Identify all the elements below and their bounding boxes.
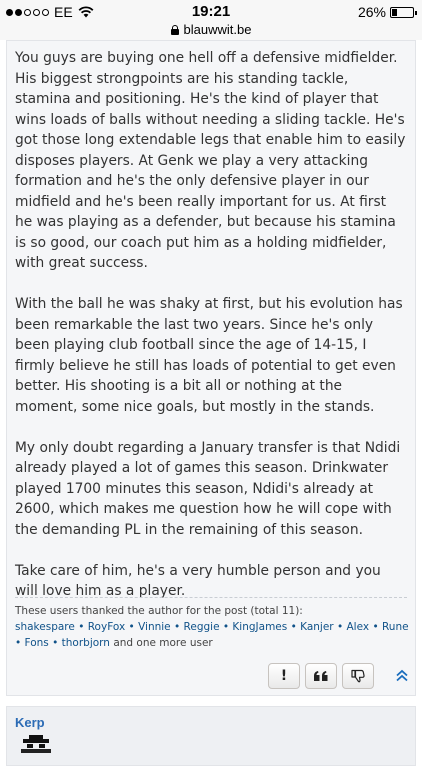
report-icon: ! bbox=[280, 668, 288, 684]
post-paragraph: Take care of him, he's a very humble per… bbox=[15, 562, 381, 600]
thanks-more: and one more user bbox=[113, 637, 213, 649]
thanks-list: These users thanked the author for the p… bbox=[15, 603, 410, 651]
address-bar[interactable]: blauwwit.be bbox=[0, 22, 422, 37]
thanks-users: shakespare • RoyFox • Vinnie • Reggie • … bbox=[15, 621, 409, 649]
battery-icon bbox=[390, 6, 417, 18]
post-author-link[interactable]: Kerp bbox=[15, 715, 45, 730]
post-actions: ! bbox=[268, 662, 374, 690]
thanks-user-link[interactable]: Vinnie bbox=[138, 621, 171, 633]
battery-status: 26% bbox=[357, 4, 417, 20]
post-paragraph: You guys are buying one hell off a defen… bbox=[15, 50, 406, 271]
thanks-heading: These users thanked the author for the p… bbox=[15, 605, 303, 617]
url-text: blauwwit.be bbox=[183, 22, 252, 37]
thanks-user-link[interactable]: RoyFox bbox=[88, 621, 125, 633]
thanks-user-link[interactable]: Rune bbox=[382, 621, 409, 633]
thanks-user-link[interactable]: Fons bbox=[25, 637, 49, 649]
forum-post: You guys are buying one hell off a defen… bbox=[6, 40, 416, 696]
dislike-button[interactable] bbox=[342, 663, 374, 689]
post-content: You guys are buying one hell off a defen… bbox=[15, 48, 407, 622]
post-divider bbox=[15, 597, 407, 598]
thumbs-down-icon bbox=[351, 669, 365, 683]
status-bar: EE 19:21 26% blauwwit.be bbox=[0, 0, 422, 40]
lock-icon bbox=[170, 25, 179, 35]
report-button[interactable]: ! bbox=[268, 663, 300, 689]
thanks-user-link[interactable]: shakespare bbox=[15, 621, 75, 633]
thanks-user-link[interactable]: Alex bbox=[347, 621, 370, 633]
post-paragraph: With the ball he was shaky at first, but… bbox=[15, 296, 403, 415]
quote-button[interactable] bbox=[305, 663, 337, 689]
post-paragraph: My only doubt regarding a January transf… bbox=[15, 439, 401, 538]
thanks-user-link[interactable]: Kanjer bbox=[300, 621, 333, 633]
thanks-user-link[interactable]: thorbjorn bbox=[62, 637, 110, 649]
avatar bbox=[21, 735, 51, 753]
thanks-user-link[interactable]: Reggie bbox=[184, 621, 220, 633]
battery-percent: 26% bbox=[357, 4, 386, 20]
quote-icon bbox=[314, 671, 328, 681]
thanks-user-link[interactable]: KingJames bbox=[232, 621, 287, 633]
forum-post-next: Kerp bbox=[6, 706, 416, 766]
back-to-top-icon[interactable] bbox=[395, 669, 409, 683]
